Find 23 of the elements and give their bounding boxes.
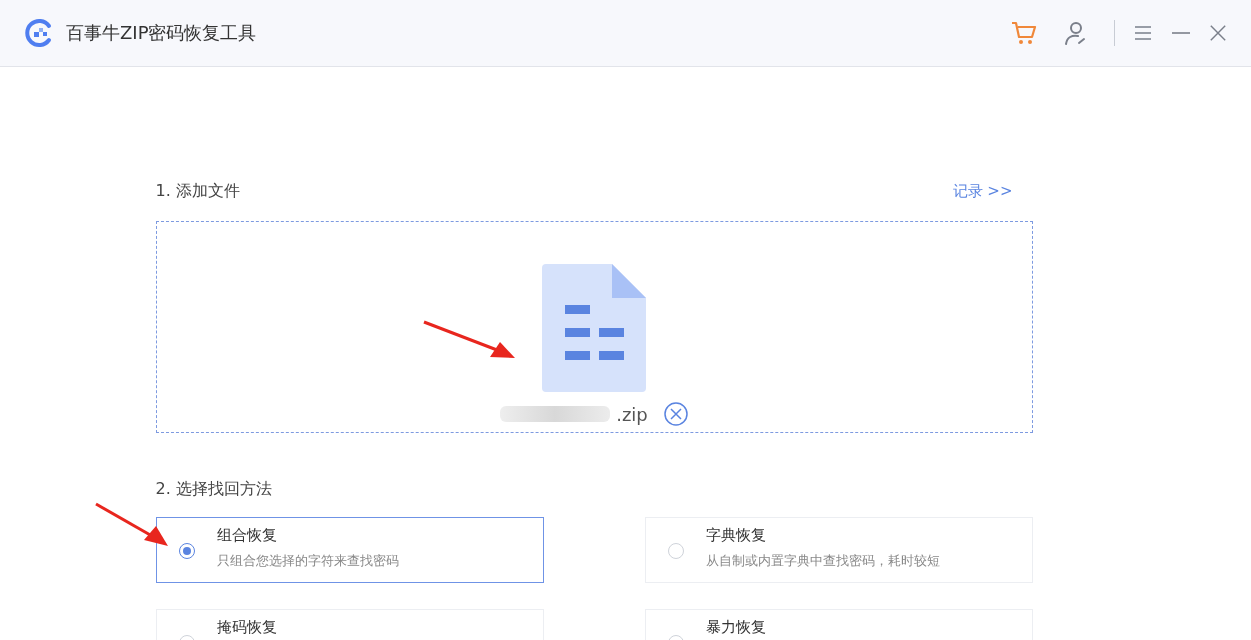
method-option[interactable]: 掩码恢复 <box>155 609 544 640</box>
menu-icon[interactable] <box>1133 23 1153 43</box>
window-title: 百事牛ZIP密码恢复工具 <box>66 21 257 45</box>
section-label: 2. 选择找回方法 <box>155 478 272 500</box>
method-title: 组合恢复 <box>216 526 278 545</box>
cart-icon[interactable] <box>1010 19 1038 47</box>
method-description: 只组合您选择的字符来查找密码 <box>216 552 399 570</box>
section-label: 1. 添加文件 <box>155 180 240 202</box>
method-option[interactable]: 组合恢复 只组合您选择的字符来查找密码 <box>155 517 544 583</box>
method-title: 字典恢复 <box>705 526 767 545</box>
document-icon <box>542 264 646 392</box>
method-title: 掩码恢复 <box>216 618 277 637</box>
remove-file-icon[interactable] <box>663 402 688 426</box>
method-title: 暴力恢复 <box>705 618 766 637</box>
method-description: 从自制或内置字典中查找密码，耗时较短 <box>705 552 940 570</box>
history-link[interactable]: 记录 >> <box>952 181 1013 201</box>
file-extension: .zip <box>616 403 648 425</box>
file-drop-zone[interactable]: .zip <box>155 221 1033 433</box>
close-icon[interactable] <box>1209 24 1227 42</box>
method-option[interactable]: 暴力恢复 <box>644 609 1033 640</box>
app-logo-icon <box>24 18 54 48</box>
minimize-icon[interactable] <box>1171 31 1191 35</box>
method-option[interactable]: 字典恢复 从自制或内置字典中查找密码，耗时较短 <box>644 517 1033 583</box>
